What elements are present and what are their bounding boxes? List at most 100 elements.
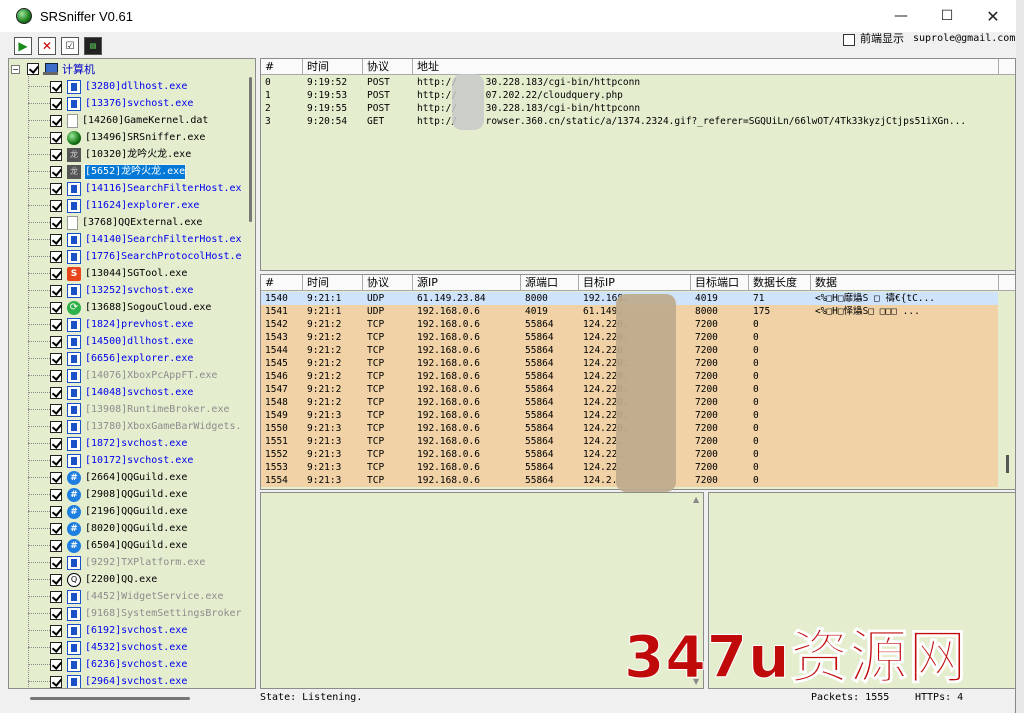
- process-checkbox[interactable]: [50, 454, 62, 467]
- process-checkbox[interactable]: [50, 301, 62, 314]
- close-button[interactable]: ✕: [970, 0, 1016, 32]
- process-item[interactable]: [3280]dllhost.exe: [28, 78, 187, 95]
- http-request-table[interactable]: # 时间 协议 地址 0 9:19:52 POST http:// 30.228.183/cg…: [260, 58, 1016, 271]
- packet-column-header[interactable]: 协议: [363, 275, 413, 291]
- process-checkbox[interactable]: [50, 318, 62, 331]
- packet-column-header[interactable]: 数据: [811, 275, 999, 291]
- process-checkbox[interactable]: [50, 335, 62, 348]
- process-checkbox[interactable]: [50, 80, 62, 93]
- http-column-header[interactable]: #: [261, 59, 303, 75]
- process-checkbox[interactable]: [50, 658, 62, 671]
- process-checkbox[interactable]: [50, 488, 62, 501]
- collapse-icon[interactable]: −: [11, 64, 20, 74]
- process-checkbox[interactable]: [50, 420, 62, 433]
- packet-column-header[interactable]: #: [261, 275, 303, 291]
- process-item[interactable]: [13908]RuntimeBroker.exe: [28, 401, 230, 418]
- process-item[interactable]: [1824]prevhost.exe: [28, 316, 193, 333]
- start-capture-button[interactable]: ▶: [14, 37, 32, 55]
- process-checkbox[interactable]: [50, 505, 62, 518]
- process-item[interactable]: [6192]svchost.exe: [28, 622, 187, 639]
- process-item[interactable]: ⟳ [13688]SogouCloud.exe: [28, 299, 211, 316]
- http-row[interactable]: 1 9:19:53 POST http:// 07.202.22/cloudquery…: [261, 89, 998, 102]
- process-item[interactable]: [9292]TXPlatform.exe: [28, 554, 205, 571]
- http-column-header[interactable]: 地址: [413, 59, 999, 75]
- http-row[interactable]: 3 9:20:54 GET http:// rowser.360.cn/static/…: [261, 115, 998, 128]
- process-checkbox[interactable]: [50, 522, 62, 535]
- process-item[interactable]: [14260]GameKernel.dat: [28, 112, 208, 129]
- process-checkbox[interactable]: [50, 573, 62, 586]
- process-checkbox[interactable]: [50, 284, 62, 297]
- process-item[interactable]: [14140]SearchFilterHost.ex: [28, 231, 242, 248]
- packet-column-header[interactable]: 源IP: [413, 275, 521, 291]
- stop-capture-button[interactable]: ✕: [38, 37, 56, 55]
- process-checkbox[interactable]: [50, 624, 62, 637]
- process-checkbox[interactable]: [50, 131, 62, 144]
- process-item[interactable]: [2964]svchost.exe: [28, 673, 187, 688]
- process-item[interactable]: [1872]svchost.exe: [28, 435, 187, 452]
- tree-root-node[interactable]: − 计算机: [11, 61, 95, 77]
- tree-vertical-scrollbar[interactable]: [249, 77, 252, 222]
- http-column-header[interactable]: 时间: [303, 59, 363, 75]
- minimize-button[interactable]: —: [878, 0, 924, 32]
- process-checkbox[interactable]: [50, 403, 62, 416]
- http-row[interactable]: 0 9:19:52 POST http:// 30.228.183/cgi-bin/h…: [261, 76, 998, 89]
- process-item[interactable]: [6656]explorer.exe: [28, 350, 193, 367]
- process-tree[interactable]: − 计算机 [3280]dllhost.exe [13376]svchost.ex…: [8, 58, 256, 689]
- process-item[interactable]: S [13044]SGTool.exe: [28, 265, 187, 282]
- clear-button[interactable]: ☑: [61, 37, 79, 55]
- process-item[interactable]: 龙 [5652]龙吟火龙.exe: [28, 163, 187, 180]
- process-item[interactable]: [4452]WidgetService.exe: [28, 588, 223, 605]
- process-checkbox[interactable]: [50, 216, 62, 229]
- http-column-header[interactable]: 协议: [363, 59, 413, 75]
- process-checkbox[interactable]: [50, 250, 62, 263]
- process-checkbox[interactable]: [50, 641, 62, 654]
- packet-column-header[interactable]: 目标端口: [691, 275, 749, 291]
- process-checkbox[interactable]: [50, 607, 62, 620]
- process-checkbox[interactable]: [50, 199, 62, 212]
- process-item[interactable]: [9168]SystemSettingsBroker: [28, 605, 242, 622]
- title-bar[interactable]: SRSniffer V0.61 — ☐ ✕: [0, 0, 1016, 32]
- process-checkbox[interactable]: [50, 539, 62, 552]
- process-item[interactable]: [13780]XboxGameBarWidgets.: [28, 418, 242, 435]
- process-checkbox[interactable]: [50, 675, 62, 688]
- process-checkbox[interactable]: [50, 437, 62, 450]
- process-checkbox[interactable]: [50, 352, 62, 365]
- process-checkbox[interactable]: [50, 556, 62, 569]
- front-display-checkbox[interactable]: [843, 34, 855, 46]
- process-item[interactable]: [13376]svchost.exe: [28, 95, 193, 112]
- http-row[interactable]: 2 9:19:55 POST http:// 30.228.183/cgi-bin/h…: [261, 102, 998, 115]
- process-checkbox[interactable]: [50, 97, 62, 110]
- process-item[interactable]: # [2196]QQGuild.exe: [28, 503, 187, 520]
- process-item[interactable]: [1776]SearchProtocolHost.e: [28, 248, 242, 265]
- process-checkbox[interactable]: [50, 369, 62, 382]
- process-item[interactable]: # [2908]QQGuild.exe: [28, 486, 187, 503]
- process-item[interactable]: # [2664]QQGuild.exe: [28, 469, 187, 486]
- process-item[interactable]: [10172]svchost.exe: [28, 452, 193, 469]
- process-item[interactable]: 龙 [10320]龙吟火龙.exe: [28, 146, 191, 163]
- packet-column-header[interactable]: 源端口: [521, 275, 579, 291]
- process-item[interactable]: [11624]explorer.exe: [28, 197, 199, 214]
- process-checkbox[interactable]: [50, 148, 62, 161]
- root-checkbox[interactable]: [27, 63, 39, 75]
- scroll-up-arrow-icon[interactable]: ▲: [693, 495, 699, 504]
- process-item[interactable]: [3768]QQExternal.exe: [28, 214, 202, 231]
- maximize-button[interactable]: ☐: [924, 0, 970, 32]
- process-item[interactable]: # [6504]QQGuild.exe: [28, 537, 187, 554]
- save-button[interactable]: ▤: [84, 37, 102, 55]
- process-checkbox[interactable]: [50, 165, 62, 178]
- process-checkbox[interactable]: [50, 590, 62, 603]
- process-checkbox[interactable]: [50, 182, 62, 195]
- process-checkbox[interactable]: [50, 267, 62, 280]
- process-checkbox[interactable]: [50, 114, 62, 127]
- process-item[interactable]: [14116]SearchFilterHost.ex: [28, 180, 242, 197]
- process-item[interactable]: [14500]dllhost.exe: [28, 333, 193, 350]
- process-item[interactable]: [14048]svchost.exe: [28, 384, 193, 401]
- process-item[interactable]: [4532]svchost.exe: [28, 639, 187, 656]
- process-item[interactable]: [6236]svchost.exe: [28, 656, 187, 673]
- packet-column-header[interactable]: 数据长度: [749, 275, 811, 291]
- packet-table-scrollbar[interactable]: [1006, 455, 1009, 473]
- packet-column-header[interactable]: 目标IP: [579, 275, 691, 291]
- process-item[interactable]: Q [2200]QQ.exe: [28, 571, 157, 588]
- process-item[interactable]: [13252]svchost.exe: [28, 282, 193, 299]
- process-checkbox[interactable]: [50, 386, 62, 399]
